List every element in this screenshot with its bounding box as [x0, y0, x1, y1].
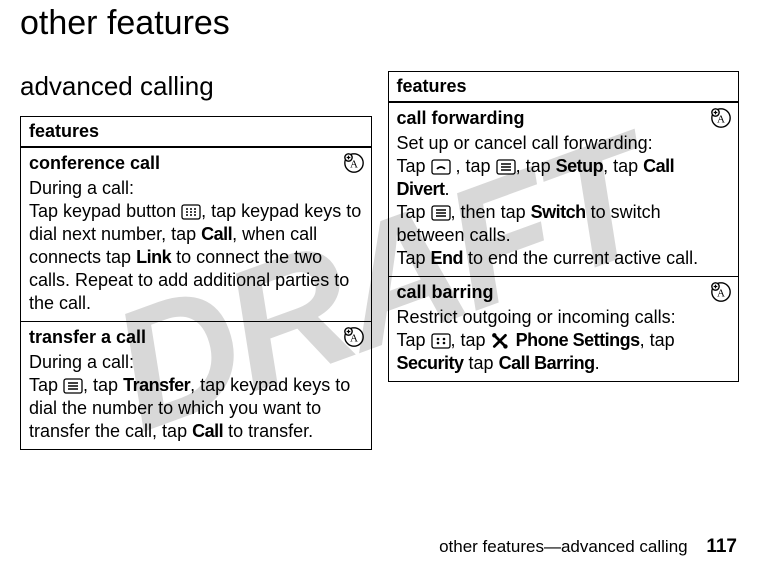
tools-icon [491, 332, 511, 348]
svg-text:A: A [350, 159, 358, 171]
page-content: other features advanced calling features… [0, 0, 759, 450]
feature-badge-icon: A [710, 281, 732, 303]
body-text: to transfer. [223, 421, 313, 441]
body-text: Tap [397, 202, 431, 222]
bold-label: Call [192, 421, 223, 441]
body-text: , then tap [451, 202, 531, 222]
body-text: Tap [397, 248, 431, 268]
page-footer: other features—advanced calling 117 [439, 536, 737, 558]
body-text: , tap [603, 156, 643, 176]
body-text: . [595, 353, 600, 373]
feature-title: conference call [29, 152, 363, 175]
page-number: 117 [706, 536, 737, 557]
feature-badge-icon: A [710, 107, 732, 129]
feature-badge-icon: A [343, 152, 365, 174]
keypad-icon [181, 203, 201, 219]
bold-label: Transfer [123, 375, 190, 395]
footer-text: other features—advanced calling [439, 537, 688, 556]
body-text: Set up or cancel call forwarding: [397, 133, 653, 153]
body-text: During a call: [29, 178, 134, 198]
feature-cell-call-forwarding: A call forwarding Set up or cancel call … [388, 102, 739, 277]
bold-label: Setup [556, 156, 604, 176]
apps-icon [431, 332, 451, 348]
body-text: , tap [640, 330, 675, 350]
feature-title: call forwarding [397, 107, 731, 130]
two-column-layout: advanced calling features A conference c… [20, 71, 739, 450]
svg-text:A: A [717, 288, 725, 300]
bold-label: Security [397, 353, 464, 373]
svg-text:A: A [717, 114, 725, 126]
body-text: Tap [29, 375, 63, 395]
menu-icon [63, 377, 83, 393]
feature-title: transfer a call [29, 326, 363, 349]
body-text: . [445, 179, 450, 199]
bold-label: Call [201, 224, 232, 244]
left-column: advanced calling features A conference c… [20, 71, 372, 450]
feature-title: call barring [397, 281, 731, 304]
body-text: , tap [451, 330, 491, 350]
body-text: , tap [451, 156, 496, 176]
features-table-right: features A call forwarding Set up or can… [388, 71, 740, 382]
menu-icon [431, 204, 451, 220]
table-header: features [21, 117, 372, 148]
right-column: features A call forwarding Set up or can… [388, 71, 740, 450]
menu-icon [496, 158, 516, 174]
features-table-left: features A conference call During a call… [20, 116, 372, 450]
body-text: to end the current active call. [463, 248, 698, 268]
bold-label: Switch [531, 202, 586, 222]
body-text: Tap [397, 330, 431, 350]
body-text: , tap [516, 156, 556, 176]
body-text: , tap [83, 375, 123, 395]
page-title: other features [20, 4, 739, 43]
section-heading: advanced calling [20, 71, 372, 102]
svg-text:A: A [350, 333, 358, 345]
body-text: During a call: [29, 352, 134, 372]
body-text: Tap [397, 156, 431, 176]
body-text: Restrict outgoing or incoming calls: [397, 307, 676, 327]
table-header: features [388, 72, 739, 103]
feature-cell-call-barring: A call barring Restrict outgoing or inco… [388, 277, 739, 382]
bold-label: Call Barring [499, 353, 595, 373]
bold-label: End [431, 248, 464, 268]
feature-cell-conference-call: A conference call During a call: Tap key… [21, 147, 372, 322]
body-text: tap [464, 353, 499, 373]
phone-icon [431, 158, 451, 174]
bold-label: Phone Settings [516, 330, 640, 350]
feature-badge-icon: A [343, 326, 365, 348]
bold-label: Link [136, 247, 171, 267]
body-text: Tap keypad button [29, 201, 181, 221]
feature-cell-transfer-call: A transfer a call During a call: Tap , t… [21, 322, 372, 450]
